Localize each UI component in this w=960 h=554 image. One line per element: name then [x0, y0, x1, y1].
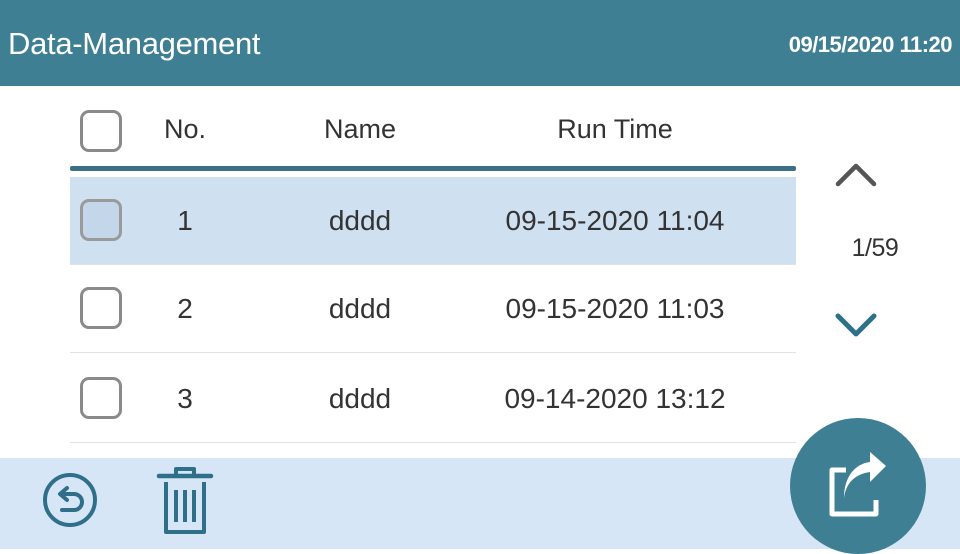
row-name: dddd: [328, 293, 392, 324]
row-run-time: 09-14-2020 13:12: [504, 383, 726, 414]
export-button[interactable]: [790, 418, 926, 554]
row-run-time: 09-15-2020 11:03: [505, 293, 725, 324]
row-no: 2: [177, 293, 193, 324]
column-header-no: No.: [163, 114, 207, 144]
page-up-button[interactable]: [834, 158, 878, 188]
row-checkbox[interactable]: [80, 377, 122, 419]
delete-button[interactable]: [155, 462, 215, 538]
column-header-name: Name: [323, 114, 397, 144]
column-header-run-time: Run Time: [557, 114, 673, 144]
table-header: No. Name Run Time: [70, 100, 796, 171]
select-all-checkbox[interactable]: [80, 110, 122, 152]
page-down-button[interactable]: [834, 310, 878, 340]
back-button[interactable]: [40, 470, 100, 530]
table-row[interactable]: 1 dddd 09-15-2020 11:04: [70, 177, 796, 265]
row-name: dddd: [328, 383, 392, 414]
back-arrow-icon: [43, 473, 97, 527]
datetime-display: 09/15/2020 11:20: [788, 32, 953, 57]
row-checkbox[interactable]: [80, 199, 122, 241]
table-row[interactable]: 3 dddd 09-14-2020 13:12: [70, 355, 796, 443]
title-bar: Data-Management 09/15/2020 11:20: [0, 0, 960, 86]
export-share-icon: [829, 452, 886, 517]
row-name: dddd: [328, 205, 392, 236]
page-title: Data-Management: [8, 26, 261, 61]
trash-icon: [156, 467, 214, 534]
page-indicator: 1/59: [851, 234, 899, 262]
row-no: 3: [177, 383, 193, 414]
header-divider: [70, 166, 796, 171]
row-checkbox[interactable]: [80, 287, 122, 329]
row-run-time: 09-15-2020 11:04: [505, 205, 725, 236]
chevron-down-icon: [835, 313, 877, 337]
chevron-up-icon: [835, 163, 877, 187]
row-no: 1: [177, 205, 193, 236]
table-row[interactable]: 2 dddd 09-15-2020 11:03: [70, 265, 796, 353]
